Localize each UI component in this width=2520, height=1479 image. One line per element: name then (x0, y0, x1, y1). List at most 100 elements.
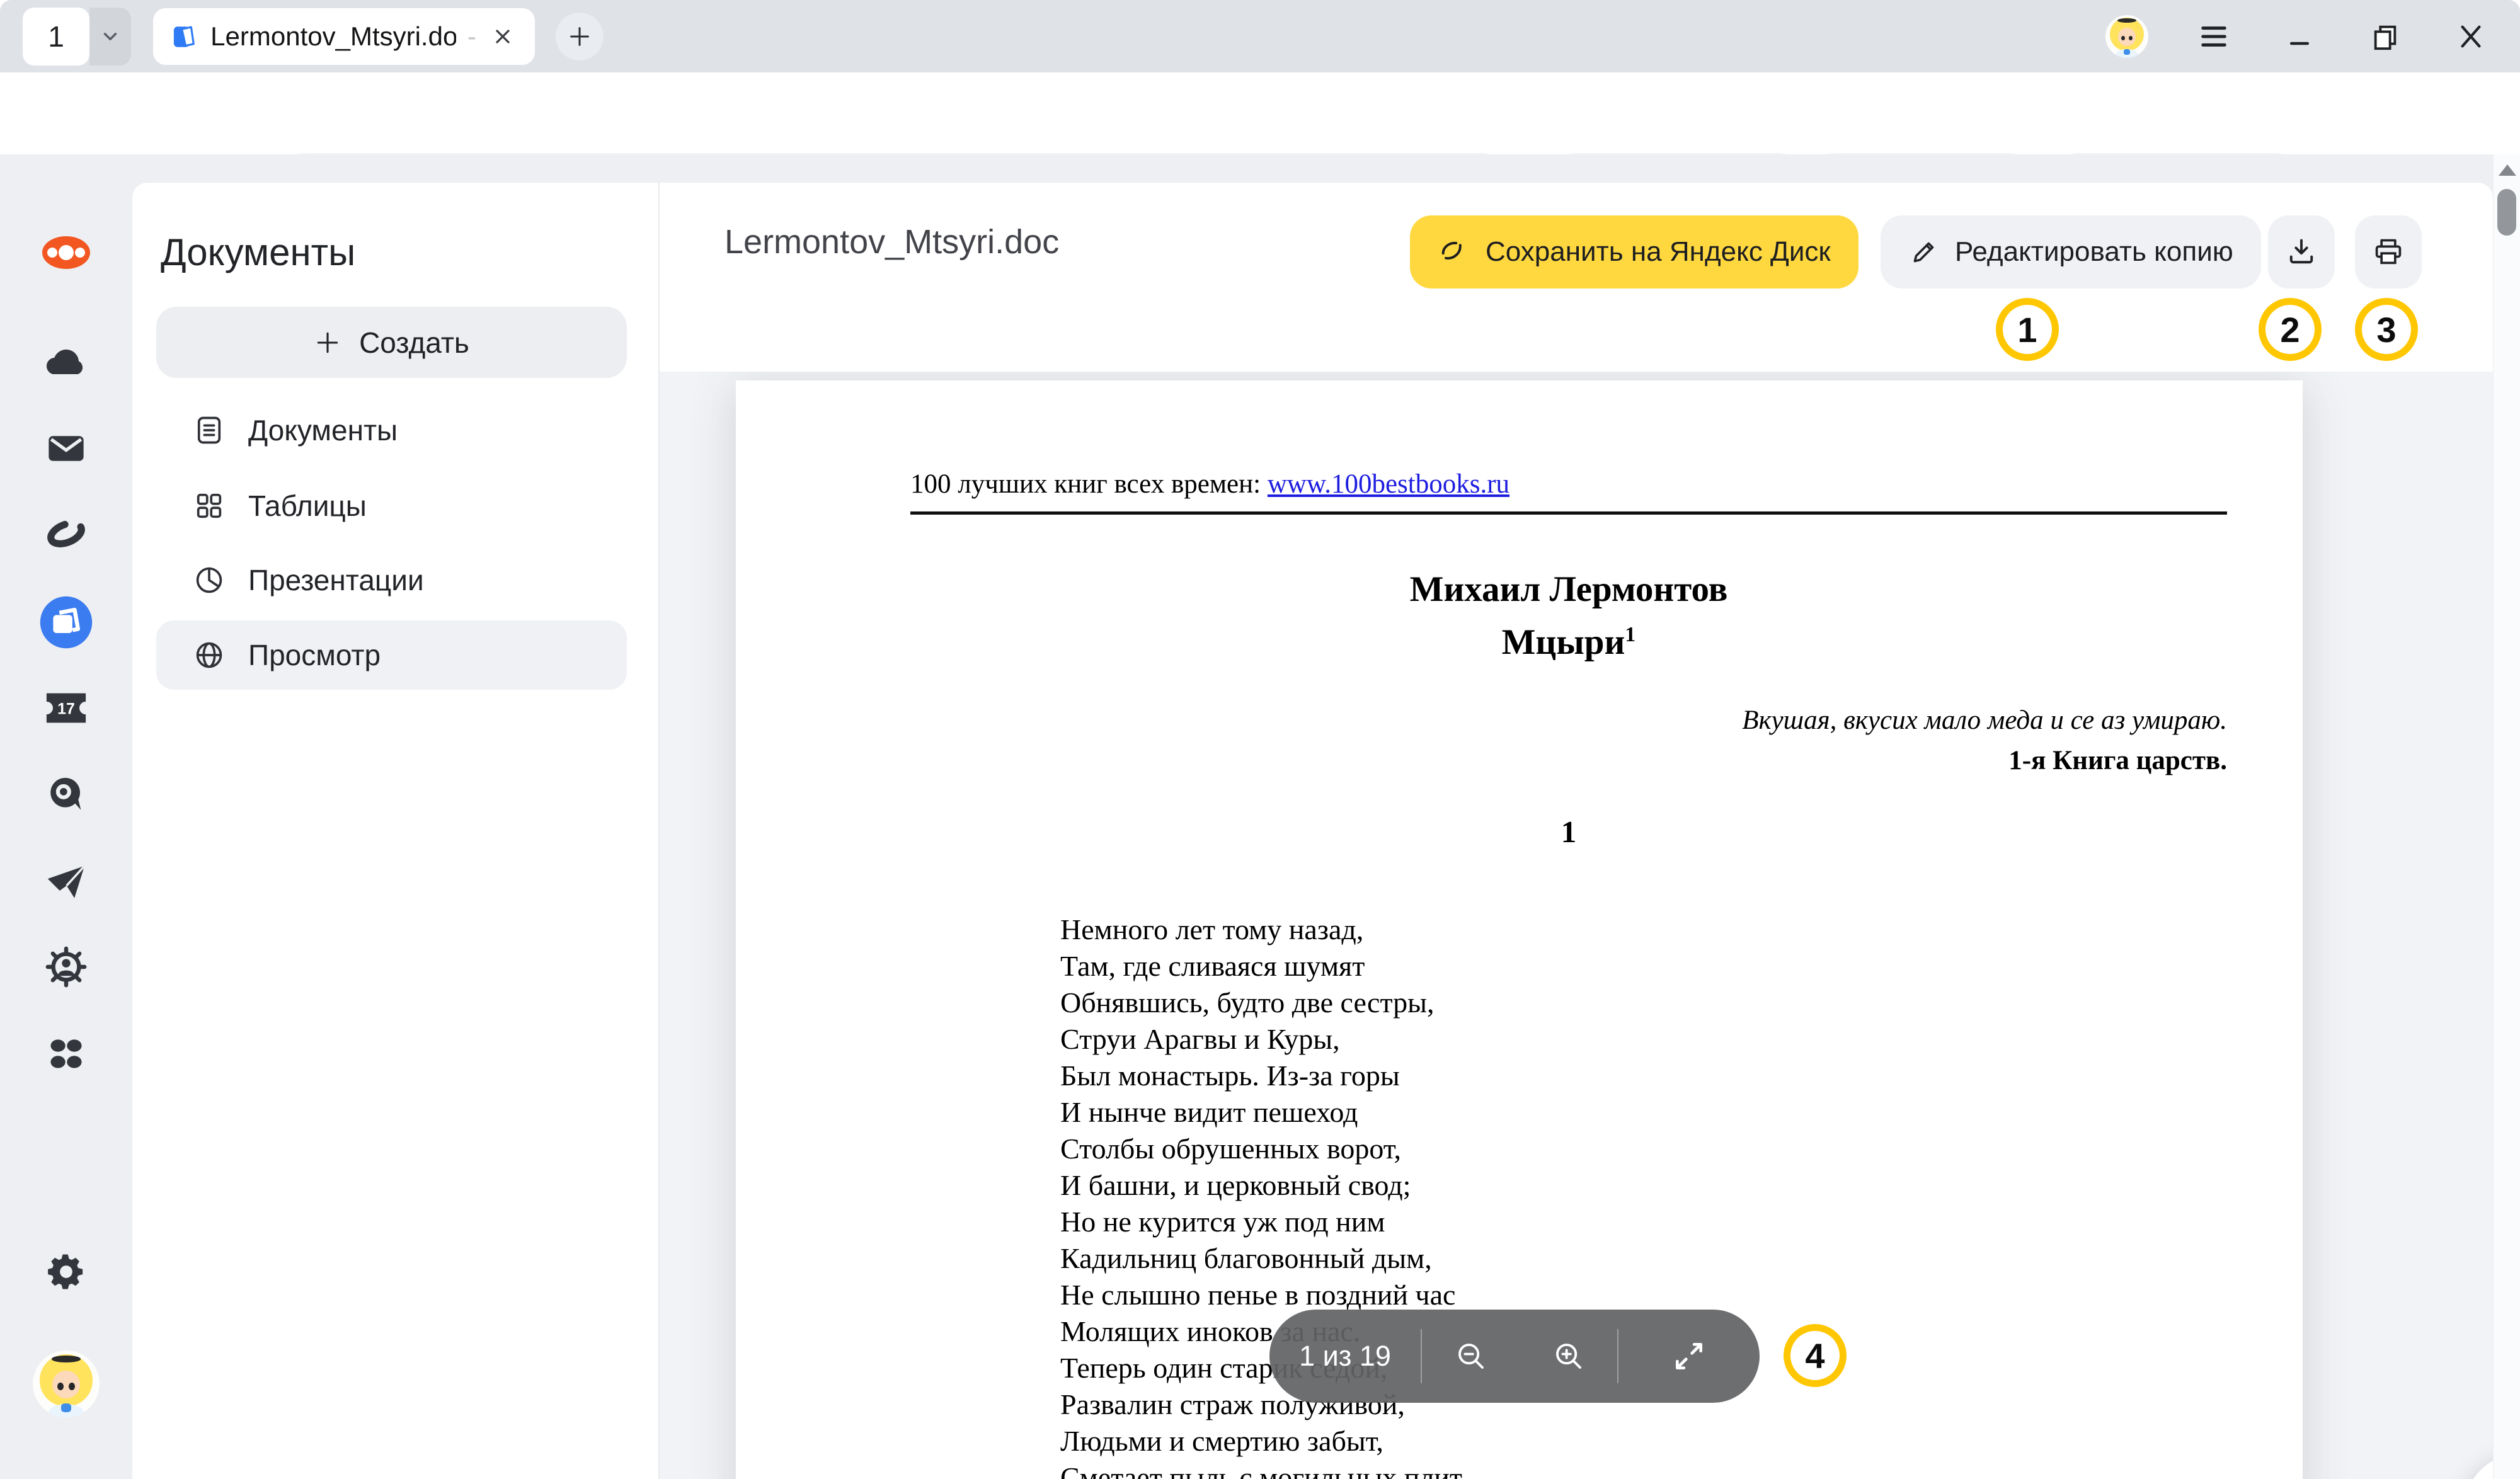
download-document-button[interactable] (2268, 215, 2335, 288)
zoom-in-button[interactable] (1520, 1339, 1617, 1373)
tab-title-suffix: - (467, 21, 476, 52)
poem-line: И нынче видит пешеход (1060, 1094, 2227, 1131)
fullscreen-button[interactable] (1618, 1339, 1760, 1374)
poem-line: Немного лет тому назад, (1060, 911, 2227, 948)
scroll-up-arrow-icon[interactable] (2499, 164, 2516, 176)
pie-chart-icon (193, 564, 226, 597)
poem-line: Струи Арагвы и Куры, (1060, 1021, 2227, 1058)
tab-group-count[interactable]: 1 (23, 8, 89, 66)
zoom-out-button[interactable] (1422, 1339, 1520, 1373)
poem-line: Столбы обрушенных ворот, (1060, 1131, 2227, 1167)
yandex360-logo-icon (41, 235, 91, 270)
epigraph-source: 1-я Книга царств. (910, 744, 2227, 778)
sidebar-item-documents[interactable]: Документы (156, 396, 627, 465)
avatar (2105, 15, 2148, 58)
sidebar-item-view-active[interactable]: Просмотр (156, 620, 627, 690)
window-minimize-button[interactable] (2277, 14, 2322, 59)
pencil-icon (1908, 236, 1940, 268)
restore-icon (2371, 22, 2400, 51)
chat-bubble-icon (45, 774, 87, 814)
close-icon (2456, 22, 2485, 51)
mail-icon (46, 433, 86, 464)
document-title: Lermontov_Mtsyri.doc (724, 222, 1059, 261)
cloud-icon (45, 346, 87, 377)
expand-icon (1671, 1339, 1707, 1374)
zoom-out-icon (1454, 1339, 1488, 1373)
main-area: 17 (0, 154, 2520, 1479)
footnote-mark: 1 (1625, 623, 1635, 646)
new-tab-button[interactable] (556, 13, 604, 60)
sidebar-item-account[interactable] (0, 1351, 132, 1417)
tab-close-icon[interactable] (488, 20, 518, 53)
documents-app-icon (39, 595, 93, 649)
sidebar-item-admin[interactable] (0, 945, 132, 989)
poem-line: Людьми и смертию забыт, (1060, 1423, 2227, 1459)
edit-copy-button[interactable]: Редактировать копию (1881, 215, 2261, 288)
doc-header-link[interactable]: www.100bestbooks.ru (1268, 469, 1509, 499)
download-tray-icon (2285, 236, 2318, 268)
poem-line: Но не курится уж под ним (1060, 1204, 2227, 1240)
minimize-icon (2286, 23, 2313, 50)
plus-icon (314, 329, 341, 357)
sidebar-item-more-apps[interactable] (0, 1036, 132, 1072)
doc-author: Михаил Лермонтов (910, 568, 2227, 612)
print-document-button[interactable] (2355, 215, 2422, 288)
globe-icon (193, 639, 226, 671)
menu-item-label: Таблицы (248, 489, 367, 523)
yandex-disk-icon (1438, 236, 1470, 268)
annotation-circle-1: 1 (1996, 298, 2059, 361)
profile-avatar[interactable] (2104, 14, 2150, 59)
save-to-disk-label: Сохранить на Яндекс Диск (1486, 236, 1831, 268)
create-label: Создать (359, 326, 469, 360)
window-close-button[interactable] (2448, 14, 2494, 59)
zoom-in-icon (1552, 1339, 1586, 1373)
page-indicator: 1 из 19 (1269, 1340, 1421, 1373)
section-number: 1 (910, 813, 2227, 851)
header-rule (910, 511, 2227, 515)
sidebar-item-calendar[interactable]: 17 (0, 690, 132, 726)
create-button[interactable]: Создать (156, 307, 627, 378)
swoosh-ring-icon (42, 515, 90, 552)
sidebar-item-mail[interactable] (0, 433, 132, 464)
sidebar-item-telemost[interactable] (0, 515, 132, 552)
grid-icon (193, 489, 226, 522)
tab-active[interactable]: Lermontov_Mtsyri.doc - (153, 8, 535, 65)
document-viewer: 100 лучших книг всех времен: www.100best… (660, 372, 2493, 1479)
sidebar-item-settings[interactable] (0, 1251, 132, 1293)
content-panel: Lermontov_Mtsyri.doc Сохранить на Яндекс… (660, 183, 2493, 1479)
doc-header-line: 100 лучших книг всех времен: www.100best… (910, 467, 2227, 501)
plus-icon (567, 24, 592, 49)
printer-icon (2372, 236, 2405, 268)
four-dots-icon (47, 1036, 86, 1072)
save-to-disk-button[interactable]: Сохранить на Яндекс Диск (1410, 215, 1858, 288)
menu-item-label: Документы (248, 413, 398, 447)
sidebar-item-campaigns[interactable] (0, 861, 132, 900)
calendar-17-icon: 17 (42, 690, 90, 726)
poem-line: Сметает пыль с могильных плит, (1060, 1459, 2227, 1479)
poem-line: Был монастырь. Из-за горы (1060, 1058, 2227, 1094)
tab-strip: 1 Lermontov_Mtsyri.doc - (0, 0, 2520, 72)
poem-line: Там, где сливаяся шумят (1060, 948, 2227, 985)
browser-menu-button[interactable] (2191, 14, 2236, 59)
calendar-day: 17 (57, 700, 75, 717)
tab-group-chip[interactable]: 1 (23, 8, 131, 66)
sidebar-item-messenger[interactable] (0, 774, 132, 814)
annotation-circle-2: 2 (2259, 298, 2322, 361)
address-bar: Я docs.yandex.ru Lermontov_Mtsyri.doc - … (0, 72, 2520, 154)
edit-copy-label: Редактировать копию (1955, 236, 2233, 268)
sidebar-item-tables[interactable]: Таблицы (156, 471, 627, 540)
sidebar-item-documents-active[interactable] (0, 595, 132, 649)
vertical-scrollbar (2493, 154, 2520, 1479)
sidebar-item-yandex360[interactable] (0, 235, 132, 270)
window-restore-button[interactable] (2362, 14, 2408, 59)
sidebar-item-presentations[interactable]: Презентации (156, 545, 627, 615)
tab-group-expand[interactable] (89, 8, 131, 66)
menu-item-label: Просмотр (248, 638, 381, 672)
sidebar-item-disk[interactable] (0, 346, 132, 377)
scrollbar-thumb[interactable] (2497, 189, 2516, 236)
viewer-toolbar: 1 из 19 (1269, 1310, 1760, 1403)
poem-line: Кадильниц благовонный дым, (1060, 1240, 2227, 1277)
poem-line: И башни, и церковный свод; (1060, 1167, 2227, 1204)
gear-icon (45, 1251, 87, 1293)
poem-line: Не слышно пенье в поздний час (1060, 1277, 2227, 1313)
